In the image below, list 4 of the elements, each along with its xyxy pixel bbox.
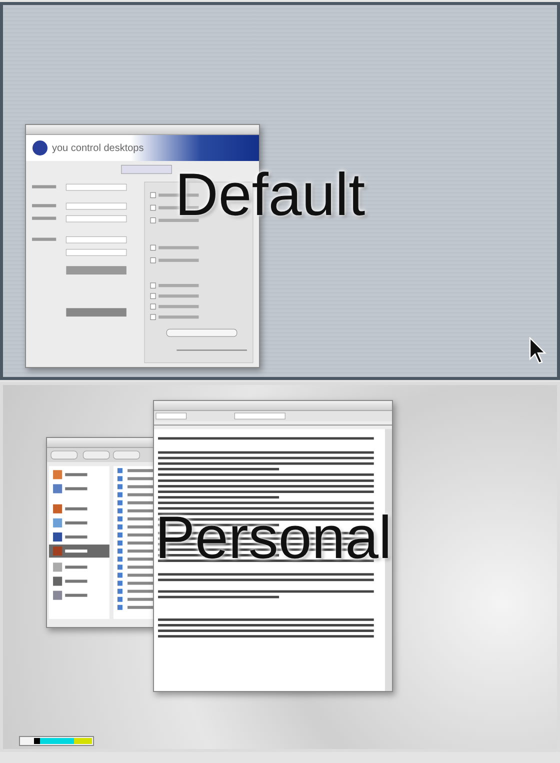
- logo-text: you control desktops: [52, 142, 144, 154]
- pointer-cursor-icon: [529, 337, 549, 365]
- desktop-preview[interactable]: you control desktops Default: [0, 2, 560, 380]
- desktop-name: Default: [175, 160, 366, 229]
